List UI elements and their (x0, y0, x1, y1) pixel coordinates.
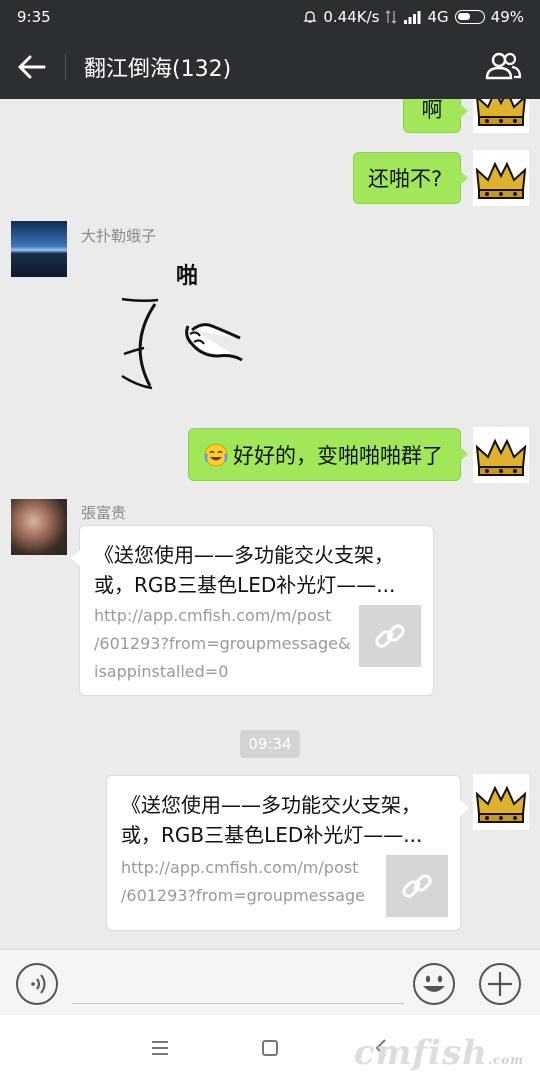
link-icon (402, 874, 432, 898)
message-text: 啊 (421, 99, 443, 122)
notification-icon (303, 11, 317, 23)
title-divider (65, 54, 66, 80)
chat-messages[interactable]: 啊 还啪不? 大扑勒蛾子 啪 好好的，变啪啪啪群了 張富贵 《送您使用——多功能… (0, 99, 540, 949)
link-card[interactable]: 《送您使用——多功能交火支架， 或，RGB三基色LED补光灯——... http… (71, 525, 434, 696)
chat-title: 翻江倒海(132) (84, 57, 232, 82)
emoji-icon[interactable] (412, 962, 456, 1006)
message-text: 好好的，变啪啪啪群了 (233, 443, 443, 468)
crown-icon (476, 99, 526, 126)
link-card-url: http://app.cmfish.com/m/post /601293?fro… (121, 858, 365, 905)
sender-avatar[interactable] (11, 221, 67, 277)
title-bar: 翻江倒海(132) (0, 34, 540, 99)
link-thumbnail (386, 855, 448, 917)
arrow-left-icon[interactable] (16, 51, 48, 83)
sender-name: 張富贵 (81, 504, 127, 522)
network-speed: 0.44K/s (323, 8, 380, 26)
my-avatar[interactable] (473, 427, 529, 483)
input-bar (0, 949, 540, 1015)
link-card-title: 《送您使用——多功能交火支架， 或，RGB三基色LED补光灯——... (121, 793, 423, 847)
network-type: 4G (427, 8, 449, 26)
message-bubble-outgoing[interactable]: 好好的，变啪啪啪群了 (188, 428, 468, 481)
voice-icon[interactable] (15, 962, 59, 1006)
home-square-icon[interactable] (257, 1035, 283, 1061)
crown-icon (475, 785, 527, 823)
message-bubble-outgoing[interactable]: 啊 (403, 99, 468, 133)
crown-icon (475, 438, 527, 476)
message-text: 还啪不? (368, 167, 443, 191)
link-thumbnail (359, 605, 421, 667)
link-icon (375, 624, 405, 648)
watermark-logo: cmfish.com (353, 1033, 524, 1073)
sticker-text: 啪 (176, 264, 199, 289)
data-transfer-icon (386, 10, 397, 24)
sender-name: 大扑勒蛾子 (81, 227, 157, 245)
laughing-tears-emoji-icon (204, 443, 228, 466)
my-avatar[interactable] (473, 99, 529, 133)
sender-avatar[interactable] (11, 499, 67, 555)
message-bubble-outgoing[interactable]: 还啪不? (353, 152, 468, 204)
status-bar: 9:35 0.44K/s 4G 49% (0, 0, 540, 34)
crown-icon (475, 161, 527, 199)
system-nav-bar: cmfish.com (0, 1015, 540, 1080)
menu-icon[interactable] (147, 1035, 173, 1061)
message-timestamp: 09:34 (240, 730, 300, 758)
message-input[interactable] (72, 964, 404, 1004)
group-members-icon[interactable] (484, 50, 522, 82)
signal-icon (404, 11, 421, 24)
battery-level: 49% (490, 8, 524, 26)
status-time: 9:35 (17, 8, 51, 26)
link-card[interactable]: 《送您使用——多功能交火支架， 或，RGB三基色LED补光灯——... http… (106, 775, 469, 931)
link-card-title: 《送您使用——多功能交火支架， 或，RGB三基色LED补光灯——... (94, 543, 396, 597)
my-avatar[interactable] (473, 774, 529, 830)
status-indicators: 0.44K/s 4G 49% (303, 8, 524, 26)
battery-icon (454, 10, 485, 24)
my-avatar[interactable] (473, 150, 529, 206)
plus-icon[interactable] (478, 962, 522, 1006)
sticker-image[interactable]: 啪 (110, 264, 250, 394)
link-card-url: http://app.cmfish.com/m/post /601293?fro… (94, 606, 351, 681)
